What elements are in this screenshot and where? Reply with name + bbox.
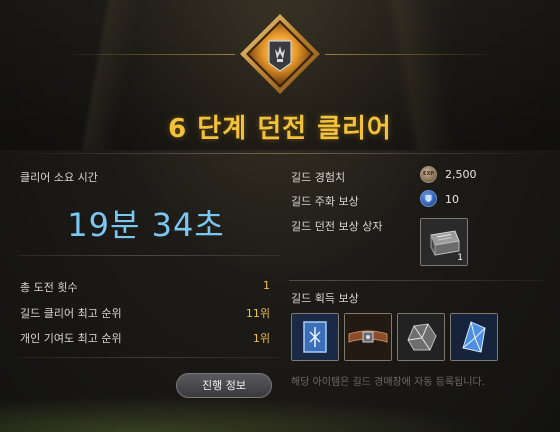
reward-item-slot[interactable] bbox=[450, 313, 498, 361]
guild-coin-emblem-icon bbox=[425, 195, 432, 203]
header-line-left bbox=[60, 54, 235, 55]
guild-coin-icon bbox=[420, 190, 437, 207]
divider bbox=[10, 153, 550, 154]
reward-item-slot[interactable] bbox=[344, 313, 392, 361]
divider bbox=[18, 357, 280, 358]
guild-best-rank-value: 11위 bbox=[245, 307, 270, 320]
total-attempts-label: 총 도전 횟수 bbox=[20, 281, 78, 294]
blue-rune-scroll-icon bbox=[292, 314, 338, 360]
clear-time-label: 클리어 소요 시간 bbox=[20, 171, 98, 184]
guild-box-label: 길드 던전 보상 상자 bbox=[291, 220, 383, 233]
guild-coin-value: 10 bbox=[445, 193, 459, 206]
reward-item-slot[interactable] bbox=[291, 313, 339, 361]
clear-time-value: 19분 34초 bbox=[67, 206, 225, 244]
progress-info-button[interactable]: 진행 정보 bbox=[176, 373, 272, 398]
guild-rewards-label: 길드 획득 보상 bbox=[291, 292, 359, 305]
reward-item-slot[interactable] bbox=[397, 313, 445, 361]
guild-exp-icon: EXP bbox=[420, 166, 437, 183]
personal-best-rank-label: 개인 기여도 최고 순위 bbox=[20, 332, 122, 345]
personal-best-rank-value: 1위 bbox=[252, 332, 270, 345]
background-glow bbox=[0, 390, 560, 432]
brown-belt-icon bbox=[345, 314, 391, 360]
guild-emblem-icon bbox=[240, 14, 320, 94]
blue-crystal-icon bbox=[451, 314, 497, 360]
divider bbox=[18, 255, 280, 256]
page-title: 6 단계 던전 클리어 bbox=[168, 114, 392, 144]
guild-reward-box-slot[interactable]: 1 bbox=[420, 218, 468, 266]
divider bbox=[289, 280, 544, 281]
guild-exp-label: 길드 경험치 bbox=[291, 171, 346, 184]
header-line-right bbox=[325, 54, 500, 55]
item-quantity: 1 bbox=[457, 253, 463, 263]
guild-best-rank-label: 길드 클리어 최고 순위 bbox=[20, 307, 122, 320]
total-attempts-value: 1 bbox=[263, 279, 270, 292]
auction-note: 해당 아이템은 길드 경매장에 자동 등록됩니다. bbox=[291, 377, 485, 388]
guild-exp-value: 2,500 bbox=[445, 168, 477, 181]
guild-coin-label: 길드 주화 보상 bbox=[291, 195, 359, 208]
grey-ore-icon bbox=[398, 314, 444, 360]
